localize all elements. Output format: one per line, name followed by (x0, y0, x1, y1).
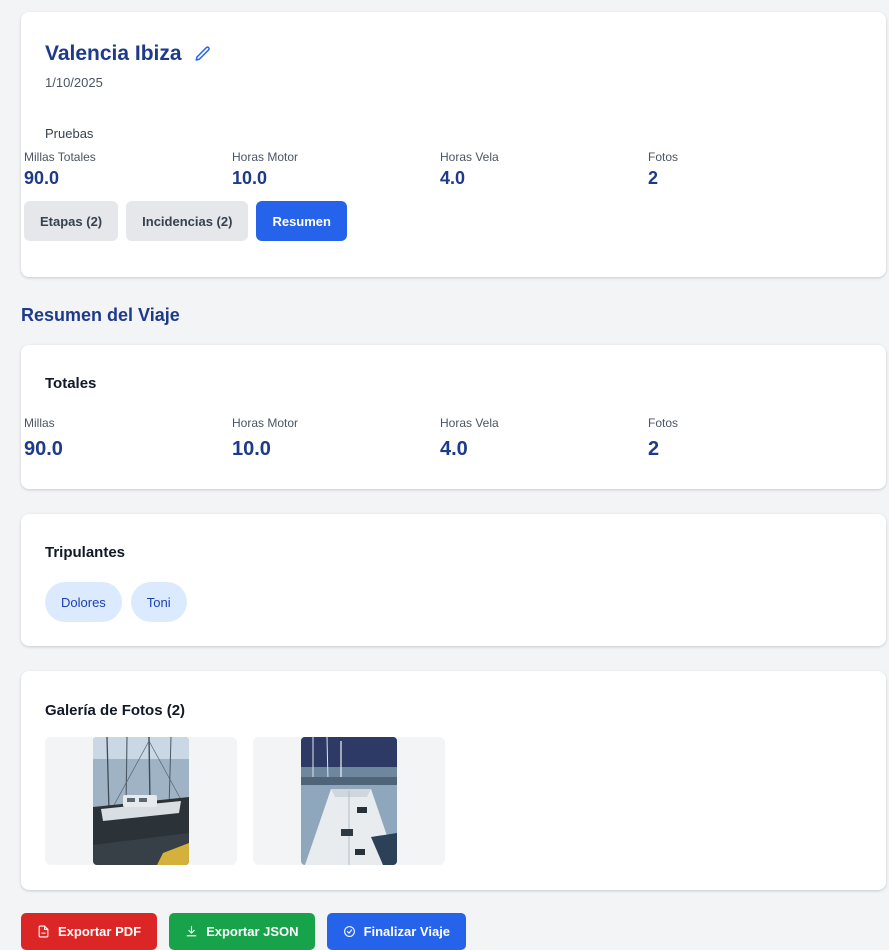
stat-value: 4.0 (440, 438, 468, 460)
stat-total-miles: Millas Totales 90.0 (24, 150, 232, 189)
stat-photos: Fotos 2 (648, 150, 856, 189)
stat-engine-hours: Horas Motor 10.0 (232, 150, 440, 189)
stat-label: Fotos (648, 150, 679, 164)
stat-label: Horas Vela (440, 150, 499, 164)
sailboat-bow-photo (301, 737, 397, 865)
stat-value: 4.0 (440, 168, 466, 188)
finish-trip-button[interactable]: Finalizar Viaje (326, 913, 467, 950)
stat-label: Horas Motor (232, 150, 299, 164)
gallery-card: Galería de Fotos (2) (21, 671, 886, 890)
crew-card: Tripulantes Dolores Toni (21, 514, 886, 646)
photo-tile[interactable] (45, 737, 237, 865)
export-pdf-label: Exportar PDF (58, 924, 142, 939)
export-json-button[interactable]: Exportar JSON (169, 913, 315, 950)
stat-value: 90.0 (24, 168, 60, 188)
trip-title-row: Valencia Ibiza (45, 42, 212, 66)
sailboat-deck-photo (93, 737, 189, 865)
total-engine-hours: Horas Motor 10.0 (232, 416, 440, 461)
check-circle-icon (343, 926, 355, 937)
stat-sail-hours: Horas Vela 4.0 (440, 150, 648, 189)
stat-label: Millas (24, 416, 55, 430)
tab-incidents[interactable]: Incidencias (2) (126, 201, 249, 241)
total-sail-hours: Horas Vela 4.0 (440, 416, 648, 461)
export-json-label: Exportar JSON (206, 924, 299, 939)
finish-trip-label: Finalizar Viaje (363, 924, 451, 939)
stat-value: 10.0 (232, 168, 268, 188)
trip-tabs: Etapas (2) Incidencias (2) Resumen (24, 201, 347, 241)
stat-value: 2 (648, 438, 660, 460)
trip-notes: Pruebas (45, 126, 94, 141)
crew-chip: Dolores (45, 582, 122, 622)
stat-label: Horas Motor (232, 416, 299, 430)
photo-grid (45, 737, 445, 865)
stat-value: 90.0 (24, 438, 63, 460)
summary-heading: Resumen del Viaje (21, 305, 180, 325)
trip-stats: Millas Totales 90.0 Horas Motor 10.0 Hor… (24, 150, 856, 189)
stat-label: Millas Totales (24, 150, 96, 164)
stat-label: Horas Vela (440, 416, 499, 430)
trip-date: 1/10/2025 (45, 75, 103, 90)
file-pdf-icon (38, 925, 49, 938)
stat-value: 2 (648, 168, 659, 188)
totals-title: Totales (45, 375, 97, 392)
crew-chip: Toni (130, 582, 187, 622)
totals-stats: Millas 90.0 Horas Motor 10.0 Horas Vela … (24, 416, 856, 461)
crew-title: Tripulantes (45, 544, 126, 561)
tab-stages[interactable]: Etapas (2) (24, 201, 119, 241)
stat-value: 10.0 (232, 438, 271, 460)
photo-tile[interactable] (253, 737, 445, 865)
tab-summary[interactable]: Resumen (256, 201, 347, 241)
pencil-icon[interactable] (194, 45, 212, 63)
gallery-title: Galería de Fotos (2) (45, 702, 186, 719)
crew-list: Dolores Toni (45, 582, 187, 622)
download-icon (186, 926, 197, 937)
action-bar: Exportar PDF Exportar JSON Finalizar Via… (21, 913, 467, 950)
stat-label: Fotos (648, 416, 679, 430)
trip-title: Valencia Ibiza (45, 42, 182, 65)
total-miles: Millas 90.0 (24, 416, 232, 461)
export-pdf-button[interactable]: Exportar PDF (21, 913, 158, 950)
total-photos: Fotos 2 (648, 416, 856, 461)
